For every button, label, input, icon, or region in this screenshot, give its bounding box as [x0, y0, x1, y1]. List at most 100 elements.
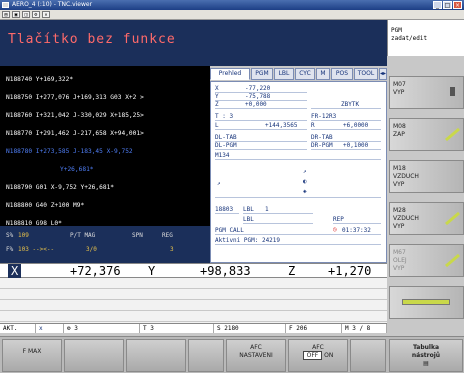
softkey-m67[interactable]: M67 OLEJ VYP [389, 244, 464, 277]
dr-pgm-value: +0,1000 [343, 142, 369, 149]
tab-scroll-icon[interactable]: ◂▸ [379, 68, 387, 80]
softkey-m08[interactable]: M08 ZAP [389, 118, 464, 151]
header-strip [0, 56, 387, 66]
softkey-bar: F MAX AFC NASTAVENI AFC OFF ON Tabulka nást… [0, 336, 464, 373]
softkey-m07[interactable]: M07 VYP [389, 76, 464, 109]
softkey-ruler[interactable] [389, 286, 464, 319]
s-label: S% [6, 232, 14, 239]
coolant-icon [450, 87, 455, 96]
axis-x-value: +72,376 [70, 264, 121, 278]
z-row: Z +0,000 [215, 101, 307, 109]
transform-area: ↗ ↗ ◐ ◈ [215, 166, 381, 198]
bottom-feed: F 206 [286, 324, 342, 333]
softkey-m28-state: VYP [393, 223, 405, 230]
info-tabs: Prehled PGM LBL CYC M POS TOOL ◂▸ [210, 68, 387, 81]
afc-settings-l2: NASTAVENI [239, 352, 273, 359]
tool-table-button[interactable]: Tabulka nástrojů ▤ [389, 339, 463, 372]
afc-on: ON [324, 352, 334, 359]
close-icon[interactable]: × [453, 1, 462, 9]
lbl-value: 1 [265, 206, 269, 213]
tool-change-icon: ⚙ [67, 325, 71, 332]
softkey-m08-code: M08 [393, 123, 406, 130]
dr-pgm: DR-PGM [311, 142, 333, 149]
program-line-active-cont[interactable]: Y+26,681* [60, 166, 94, 173]
axis-x-label: X [8, 264, 22, 278]
tool-table-icon: ▤ [423, 360, 429, 367]
status-bar: S% 109 P/T MAG SPN REG F% 103 --><-- 3/0… [0, 226, 210, 263]
close-view-icon[interactable]: ✕ [42, 11, 50, 18]
tool-name: FR-12R3 [311, 113, 381, 121]
active-program: Aktivni PGM: 24219 [215, 237, 381, 245]
z-label: Z [215, 101, 219, 108]
bottom-spindle: S 2180 [214, 324, 286, 333]
f-label: F% [6, 246, 14, 253]
save-icon[interactable]: ▣ [12, 11, 20, 18]
scale-icon: ◈ [303, 188, 307, 195]
f-max-button[interactable]: F MAX [2, 339, 62, 372]
program-line[interactable]: N188740 Y+169,322* [6, 76, 73, 83]
axis-z-label: Z [288, 264, 296, 278]
toolbar: ▤ ▣ ◫ ⚙ ✕ [0, 10, 464, 20]
dr-tab: DR-TAB [311, 134, 381, 142]
f-value: 103 --><-- [18, 246, 55, 253]
window-icon[interactable]: ◫ [22, 11, 30, 18]
ruler-icon [402, 299, 450, 305]
radius-value: +6,0000 [343, 122, 369, 129]
bottom-m: M 3 / 8 [342, 324, 387, 333]
softkey-m18-state: VYP [393, 181, 405, 188]
tool-number: T : 3 [215, 113, 307, 121]
mirror-icon: ◐ [303, 178, 307, 185]
x-row: X -77,220 [215, 85, 307, 93]
active-m: M134 [215, 152, 381, 160]
tab-lbl[interactable]: LBL [274, 68, 294, 80]
program-line[interactable]: N188750 I+277,076 J+169,313 G03 X+2 > [6, 94, 144, 101]
tab-cyc[interactable]: CYC [295, 68, 315, 80]
y-label: Y [215, 93, 219, 100]
softkey-empty[interactable] [350, 339, 386, 372]
program-line[interactable]: N188790 G01 X-9,752 Y+26,681* [6, 184, 114, 191]
z-value: +0,000 [245, 101, 267, 108]
tool-table-l1: Tabulka [412, 344, 440, 351]
settings-icon[interactable]: ⚙ [32, 11, 40, 18]
softkey-m28-code: M28 [393, 207, 406, 214]
vertical-softkeys: M07 VYP M08 ZAP M18 VZDUCH VYP M28 VZDUCH VYP … [387, 56, 464, 336]
softkey-m18-desc: VZDUCH [393, 173, 419, 180]
tool-counter: ⚙ 3 [64, 324, 140, 333]
lbl-label: LBL [243, 206, 254, 213]
title-bar: AERO_4 (:10) - TNC.viewer _ □ × [0, 0, 464, 10]
open-icon[interactable]: ▤ [2, 11, 10, 18]
minimize-icon[interactable]: _ [433, 1, 442, 9]
softkey-m28[interactable]: M28 VZDUCH VYP [389, 202, 464, 235]
tab-pos[interactable]: POS [331, 68, 353, 80]
afc-settings-button[interactable]: AFC NASTAVENI [226, 339, 286, 372]
softkey-empty[interactable] [64, 339, 124, 372]
softkey-m18[interactable]: M18 VZDUCH VYP [389, 160, 464, 193]
radius-label: R [311, 122, 315, 129]
softkey-empty[interactable] [188, 339, 224, 372]
axis-display: X +72,376 Y +98,833 Z +1,270 [0, 263, 387, 278]
afc-settings-l1: AFC [250, 344, 262, 351]
header-message: Tlačítko bez funkce [8, 32, 176, 47]
dl-tab: DL-TAB [215, 134, 307, 142]
afc-toggle-button[interactable]: AFC OFF ON [288, 339, 348, 372]
length-label: L [215, 122, 219, 129]
program-line[interactable]: N188760 I+321,042 J-330,029 X+185,25> [6, 112, 144, 119]
akt-x: x [36, 324, 64, 333]
tab-tool[interactable]: TOOL [354, 68, 378, 80]
maximize-icon[interactable]: □ [443, 1, 452, 9]
tab-pgm[interactable]: PGM [251, 68, 273, 80]
program-line-active[interactable]: N188780 I+273,585 J-183,45 X-9,752 [6, 148, 133, 155]
transform-icon: ↗ [217, 180, 221, 187]
program-line[interactable]: N188770 I+291,462 J-217,658 X+94,001> [6, 130, 144, 137]
tab-m[interactable]: M [316, 68, 330, 80]
status-col-mag: P/T MAG [70, 232, 96, 239]
x-value: -77,220 [245, 85, 271, 92]
program-line[interactable]: N188800 G40 Z+100 M9* [6, 202, 84, 209]
status-col-spn: SPN [132, 232, 143, 239]
status-col-reg: REG [162, 232, 173, 239]
mode-panel: PGM zadat/edit [387, 20, 464, 56]
timer-value: 01:37:32 [342, 227, 371, 234]
window-title: AERO_4 (:10) - TNC.viewer [12, 1, 93, 8]
softkey-empty[interactable] [126, 339, 186, 372]
tab-prehled[interactable]: Prehled [210, 68, 250, 80]
